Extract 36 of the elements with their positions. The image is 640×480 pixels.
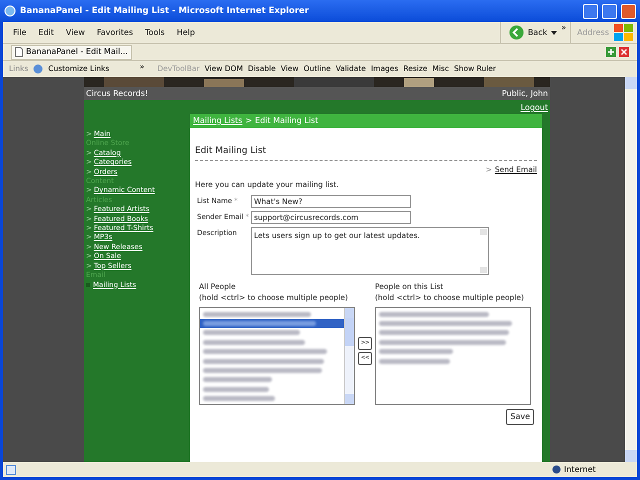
logout-link[interactable]: Logout	[520, 102, 548, 114]
maximize-button[interactable]	[602, 4, 617, 18]
scrollbar[interactable]	[625, 77, 637, 462]
windows-logo-icon	[613, 22, 635, 42]
address-label: Address	[577, 26, 609, 38]
menu-item[interactable]: Tools	[145, 26, 165, 38]
page-icon	[15, 47, 23, 57]
menu-item[interactable]: File	[13, 26, 26, 38]
menu-item[interactable]: Favorites	[96, 26, 134, 38]
back-button[interactable]: Back	[528, 26, 548, 38]
page-heading: Edit Mailing List	[195, 146, 266, 156]
link-icon	[33, 64, 44, 74]
menu-item[interactable]: Edit	[38, 26, 54, 38]
chevron[interactable]: »	[561, 22, 566, 34]
minimize-button[interactable]	[583, 4, 598, 18]
globe-icon	[552, 465, 561, 474]
list-entry[interactable]	[200, 318, 344, 328]
breadcrumb-separator: >	[245, 115, 252, 127]
add-icon[interactable]	[606, 47, 616, 57]
browser-icon	[4, 5, 16, 17]
save-button[interactable]: Save	[506, 408, 534, 424]
site-name: Circus Records!	[86, 88, 148, 100]
people-listbox[interactable]	[199, 306, 355, 404]
scrollbar[interactable]	[344, 308, 354, 404]
close-icon[interactable]	[619, 47, 629, 57]
browser-tab[interactable]: BananaPanel - Edit Mail...	[11, 44, 132, 60]
user-name: Public, John	[502, 88, 548, 100]
menu-item[interactable]: View	[66, 26, 85, 38]
zone-label: Internet	[564, 464, 597, 476]
breadcrumb-current: Edit Mailing List	[255, 115, 318, 127]
scrollbar	[479, 228, 488, 274]
close-button[interactable]	[621, 4, 636, 18]
page-icon	[6, 464, 16, 474]
menu-item[interactable]: Help	[176, 26, 195, 38]
dropdown-icon[interactable]	[551, 30, 558, 34]
window-title: BananaPanel - Edit Mailing List - Microsoft Internet Explorer	[20, 4, 310, 18]
